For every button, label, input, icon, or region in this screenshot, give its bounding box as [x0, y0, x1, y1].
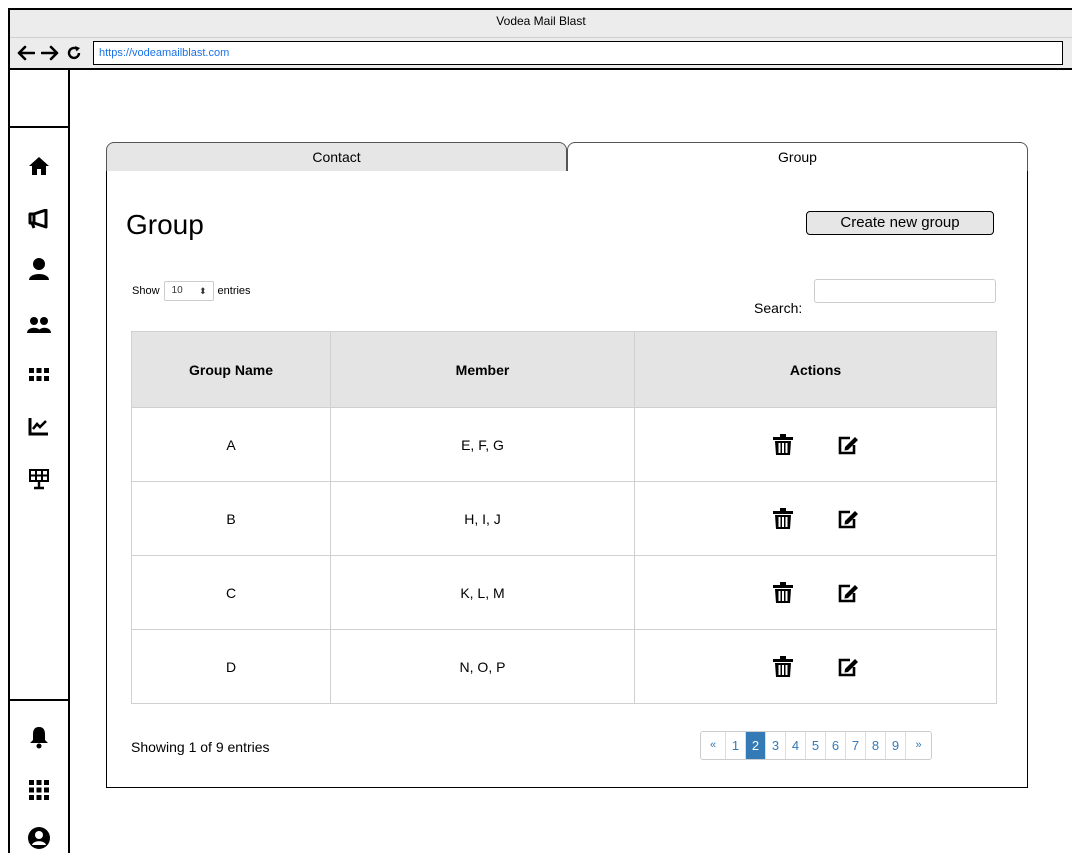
- sidebar-divider-bottom: [10, 699, 68, 701]
- browser-nav-bar: https://vodeamailblast.com: [10, 38, 1072, 70]
- tab-bar: Contact Group: [106, 142, 1028, 172]
- page-button-2[interactable]: 2: [746, 732, 766, 759]
- page-button-1[interactable]: 1: [726, 732, 746, 759]
- table-header-row: Group Name Member Actions: [131, 331, 997, 408]
- edit-icon[interactable]: [836, 507, 860, 531]
- solar-panel-icon[interactable]: [26, 466, 52, 492]
- entries-select-value: 10: [171, 285, 183, 296]
- page-next-button[interactable]: »: [906, 732, 931, 759]
- tab-contact[interactable]: Contact: [106, 142, 567, 172]
- table-row: C K, L, M: [131, 555, 997, 630]
- showing-entries-text: Showing 1 of 9 entries: [131, 739, 270, 755]
- reload-icon[interactable]: [64, 40, 84, 66]
- actions-cell: [634, 407, 997, 482]
- show-label: Show: [132, 285, 160, 297]
- back-arrow-icon[interactable]: [16, 40, 36, 66]
- actions-cell: [634, 555, 997, 630]
- header-member[interactable]: Member: [330, 331, 635, 408]
- chart-line-icon[interactable]: [26, 413, 52, 439]
- page-button-7[interactable]: 7: [846, 732, 866, 759]
- member-cell: N, O, P: [330, 629, 635, 704]
- page-button-9[interactable]: 9: [886, 732, 906, 759]
- page-button-8[interactable]: 8: [866, 732, 886, 759]
- trash-icon[interactable]: [771, 581, 795, 605]
- member-cell: K, L, M: [330, 555, 635, 630]
- forward-arrow-icon[interactable]: [40, 40, 60, 66]
- pagination: « 1 2 3 4 5 6 7 8 9 »: [700, 731, 932, 760]
- user-circle-icon[interactable]: [26, 825, 52, 851]
- page-button-6[interactable]: 6: [826, 732, 846, 759]
- trash-icon[interactable]: [771, 507, 795, 531]
- page-prev-button[interactable]: «: [701, 732, 726, 759]
- tab-group[interactable]: Group: [567, 142, 1028, 172]
- group-name-cell: A: [131, 407, 331, 482]
- group-name-cell: B: [131, 481, 331, 556]
- search-label: Search:: [754, 300, 803, 316]
- show-entries-control: Show 10 ⬍ entries: [132, 281, 251, 301]
- group-panel: Group Create new group Show 10 ⬍ entries…: [106, 171, 1028, 788]
- table-row: A E, F, G: [131, 407, 997, 482]
- groups-table: Group Name Member Actions A E, F, G B H,…: [131, 331, 997, 704]
- edit-icon[interactable]: [836, 433, 860, 457]
- edit-icon[interactable]: [836, 655, 860, 679]
- page-title: Group: [126, 209, 204, 240]
- actions-cell: [634, 481, 997, 556]
- search-input[interactable]: [814, 279, 996, 303]
- megaphone-icon[interactable]: [26, 206, 52, 232]
- entries-select[interactable]: 10 ⬍: [163, 281, 214, 301]
- page-button-4[interactable]: 4: [786, 732, 806, 759]
- group-name-cell: C: [131, 555, 331, 630]
- page-button-3[interactable]: 3: [766, 732, 786, 759]
- header-actions: Actions: [634, 331, 997, 408]
- user-icon[interactable]: [26, 256, 52, 282]
- group-name-cell: D: [131, 629, 331, 704]
- actions-cell: [634, 629, 997, 704]
- users-icon[interactable]: [26, 312, 52, 338]
- entries-label: entries: [217, 285, 251, 297]
- sidebar: [10, 70, 70, 853]
- title-bar: Vodea Mail Blast: [10, 10, 1072, 38]
- member-cell: E, F, G: [330, 407, 635, 482]
- sidebar-divider-top: [10, 126, 68, 128]
- grid-icon[interactable]: [26, 362, 52, 388]
- header-group-name[interactable]: Group Name: [131, 331, 331, 408]
- home-icon[interactable]: [26, 153, 52, 179]
- table-row: B H, I, J: [131, 481, 997, 556]
- bell-icon[interactable]: [26, 724, 52, 750]
- window-title: Vodea Mail Blast: [496, 14, 586, 28]
- page-button-5[interactable]: 5: [806, 732, 826, 759]
- trash-icon[interactable]: [771, 433, 795, 457]
- table-row: D N, O, P: [131, 629, 997, 704]
- trash-icon[interactable]: [771, 655, 795, 679]
- member-cell: H, I, J: [330, 481, 635, 556]
- url-bar[interactable]: https://vodeamailblast.com: [93, 41, 1063, 65]
- select-arrows-icon: ⬍: [198, 286, 207, 296]
- apps-grid-icon[interactable]: [26, 777, 52, 803]
- create-group-button[interactable]: Create new group: [806, 211, 994, 235]
- edit-icon[interactable]: [836, 581, 860, 605]
